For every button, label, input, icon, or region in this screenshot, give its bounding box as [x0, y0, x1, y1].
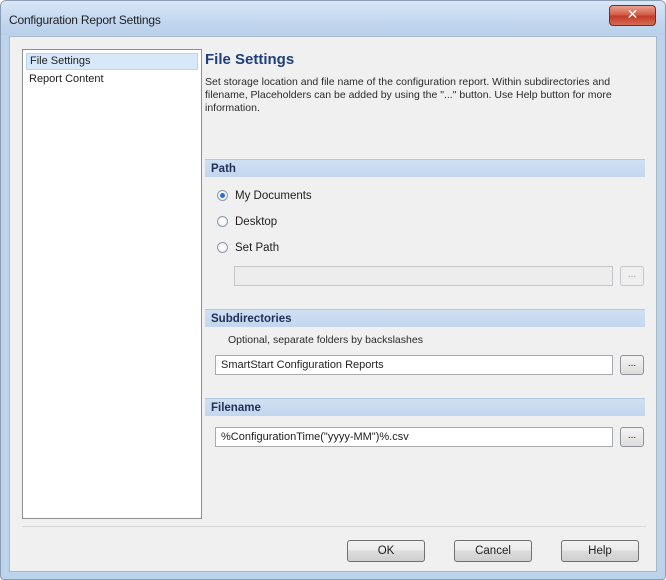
nav-item-file-settings[interactable]: File Settings: [26, 53, 198, 70]
subdirectories-input[interactable]: SmartStart Configuration Reports: [215, 355, 613, 375]
radio-unchecked-icon[interactable]: [217, 242, 228, 253]
radio-label: Desktop: [235, 216, 278, 228]
ok-button[interactable]: OK: [347, 540, 425, 562]
dialog-client-area: File Settings Report Content File Settin…: [9, 36, 657, 572]
radio-label: My Documents: [235, 190, 312, 202]
subdirectories-placeholder-button[interactable]: ...: [620, 355, 644, 375]
page-title: File Settings: [205, 51, 295, 68]
filename-group-header: Filename: [205, 398, 645, 416]
help-button[interactable]: Help: [561, 540, 639, 562]
dialog-window: Configuration Report Settings ✕ File Set…: [0, 0, 666, 580]
close-button[interactable]: ✕: [609, 5, 656, 26]
filename-placeholder-button[interactable]: ...: [620, 427, 644, 447]
title-bar[interactable]: Configuration Report Settings ✕: [1, 1, 665, 35]
subdirectories-group-header: Subdirectories: [205, 309, 645, 327]
custom-path-input[interactable]: [234, 266, 613, 286]
subdirectories-hint: Optional, separate folders by backslashe…: [228, 334, 423, 346]
close-icon: ✕: [626, 7, 639, 23]
radio-checked-icon[interactable]: [217, 190, 228, 201]
page-description: Set storage location and file name of th…: [205, 76, 612, 114]
custom-path-browse-button[interactable]: ...: [620, 266, 644, 286]
cancel-button[interactable]: Cancel: [454, 540, 532, 562]
filename-input[interactable]: %ConfigurationTime("yyyy-MM")%.csv: [215, 427, 613, 447]
settings-nav-tree: File Settings Report Content: [22, 49, 202, 519]
nav-item-report-content[interactable]: Report Content: [26, 71, 198, 88]
window-title: Configuration Report Settings: [9, 13, 161, 27]
radio-unchecked-icon[interactable]: [217, 216, 228, 227]
footer-divider: [22, 526, 646, 527]
path-group-header: Path: [205, 159, 645, 177]
radio-label: Set Path: [235, 242, 280, 254]
